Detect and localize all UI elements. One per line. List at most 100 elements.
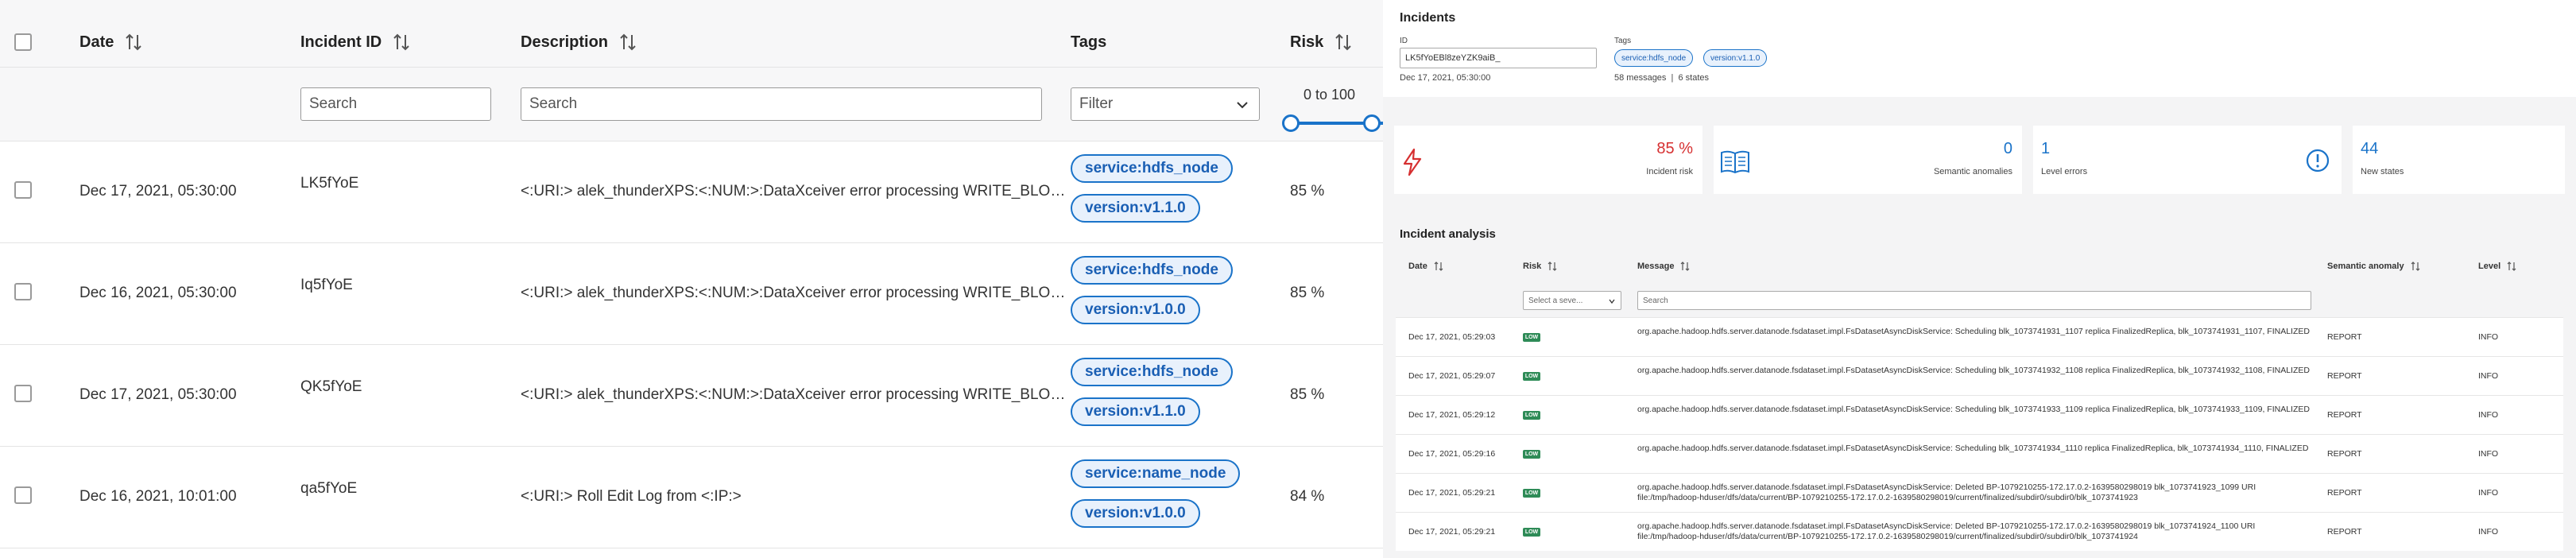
analysis-column-header-risk[interactable]: Risk — [1523, 261, 1557, 272]
analysis-row-date: Dec 17, 2021, 05:29:21 — [1408, 527, 1496, 537]
incident-analysis-title: Incident analysis — [1400, 227, 1496, 241]
column-header-description[interactable]: Description — [521, 22, 637, 62]
tag-chip[interactable]: service:name_node — [1071, 459, 1241, 488]
analysis-row[interactable]: Dec 17, 2021, 05:29:16 LOW org.apache.ha… — [1396, 434, 2563, 473]
analysis-row[interactable]: Dec 17, 2021, 05:29:12 LOW org.apache.ha… — [1396, 395, 2563, 434]
sort-icon[interactable] — [1680, 261, 1690, 272]
risk-severity-select[interactable]: Select a seve... — [1523, 291, 1621, 310]
column-header-incident-id[interactable]: Incident ID — [300, 22, 410, 62]
incident-summary: 58 messages | 6 states — [1614, 73, 1710, 83]
semantic-anomalies-value: 0 — [2003, 140, 2012, 157]
select-all-checkbox[interactable] — [14, 33, 32, 51]
sort-icon[interactable] — [1434, 261, 1443, 272]
risk-badge: LOW — [1523, 333, 1540, 342]
incident-date: Dec 17, 2021, 05:30:00 — [1400, 73, 1491, 83]
level-errors-card: 1 Level errors — [2033, 126, 2342, 194]
analysis-column-header-semantic-anomaly[interactable]: Semantic anomaly — [2327, 261, 2420, 272]
row-incident-id: Iq5fYoE — [300, 277, 353, 293]
tag-chip[interactable]: version:v1.0.0 — [1071, 499, 1200, 528]
table-row[interactable]: Dec 17, 2021, 05:30:00 LK5fYoE <:URI:> a… — [0, 141, 1383, 243]
analysis-row-semantic-anomaly: REPORT — [2327, 449, 2362, 459]
sort-icon[interactable] — [2507, 261, 2516, 272]
tag-chip[interactable]: version:v1.1.0 — [1071, 194, 1200, 223]
risk-range-label: 0 to 100 — [1303, 87, 1356, 103]
analysis-column-level-label: Level — [2478, 262, 2501, 271]
analysis-row[interactable]: Dec 17, 2021, 05:29:21 LOW org.apache.ha… — [1396, 512, 2563, 551]
analysis-column-header-date[interactable]: Date — [1408, 261, 1443, 272]
table-filter-row: Search Search Filter 0 to 100 — [0, 67, 1383, 141]
semantic-anomalies-label: Semantic anomalies — [1933, 167, 2012, 176]
analysis-row-message: org.apache.hadoop.hdfs.server.datanode.f… — [1637, 521, 2256, 541]
row-incident-id: LK5fYoE — [300, 175, 359, 192]
message-search-input[interactable]: Search — [1637, 291, 2311, 310]
row-incident-id: qa5fYoE — [300, 480, 358, 497]
analysis-row-semantic-anomaly: REPORT — [2327, 371, 2362, 381]
row-checkbox[interactable] — [14, 385, 32, 402]
semantic-anomalies-card: 0 Semantic anomalies — [1714, 126, 2022, 194]
incident-detail-panel: Incidents ID LK5fYoEBl8zeYZK9aiB_ Dec 17… — [1383, 0, 2576, 558]
incident-id-field[interactable]: LK5fYoEBl8zeYZK9aiB_ — [1400, 48, 1597, 68]
risk-badge: LOW — [1523, 372, 1540, 381]
row-checkbox[interactable] — [14, 486, 32, 504]
row-checkbox[interactable] — [14, 181, 32, 199]
risk-range-slider-max-handle[interactable] — [1363, 114, 1381, 132]
incident-risk-value: 85 % — [1656, 140, 1693, 157]
incidents-table: Date Incident ID Description Tags Risk S… — [0, 0, 1383, 558]
incident-risk-label: Incident risk — [1646, 167, 1693, 176]
sort-icon[interactable] — [393, 32, 410, 52]
tag-chip[interactable]: service:hdfs_node — [1071, 358, 1233, 386]
tag-chip[interactable]: service:hdfs_node — [1071, 256, 1233, 285]
column-header-incident-id-label: Incident ID — [300, 33, 382, 51]
row-description: <:URI:> alek_thunderXPS:<:NUM:>:DataXcei… — [521, 386, 1066, 403]
row-date: Dec 17, 2021, 05:30:00 — [79, 386, 237, 403]
book-icon — [1721, 150, 1749, 174]
analysis-row[interactable]: Dec 17, 2021, 05:29:03 LOW org.apache.ha… — [1396, 317, 2563, 356]
analysis-row-date: Dec 17, 2021, 05:29:16 — [1408, 449, 1496, 459]
incident-id-value: LK5fYoEBl8zeYZK9aiB_ — [1405, 53, 1501, 63]
row-risk: 85 % — [1290, 285, 1325, 301]
analysis-row-level: INFO — [2478, 371, 2499, 381]
table-row[interactable]: Dec 16, 2021, 10:01:00 qa5fYoE <:URI:> R… — [0, 447, 1383, 548]
row-checkbox[interactable] — [14, 283, 32, 300]
analysis-column-date-label: Date — [1408, 262, 1427, 271]
analysis-column-header-message[interactable]: Message — [1637, 261, 1690, 272]
row-incident-id: QK5fYoE — [300, 378, 362, 395]
sort-icon[interactable] — [1548, 261, 1557, 272]
analysis-row-level: INFO — [2478, 488, 2499, 498]
analysis-row[interactable]: Dec 17, 2021, 05:29:21 LOW org.apache.ha… — [1396, 473, 2563, 512]
incident-id-search-input[interactable]: Search — [300, 87, 491, 121]
sort-icon[interactable] — [1334, 32, 1352, 52]
sort-icon[interactable] — [2411, 261, 2420, 272]
sort-icon[interactable] — [125, 32, 142, 52]
incident-tags-label: Tags — [1614, 37, 1632, 45]
analysis-row[interactable]: Dec 17, 2021, 05:29:07 LOW org.apache.ha… — [1396, 356, 2563, 395]
incident-tag-chip[interactable]: version:v1.1.0 — [1703, 49, 1768, 67]
risk-badge: LOW — [1523, 450, 1540, 459]
analysis-row-message: org.apache.hadoop.hdfs.server.datanode.f… — [1637, 482, 2256, 502]
column-header-date[interactable]: Date — [79, 22, 142, 62]
sort-icon[interactable] — [619, 32, 637, 52]
analysis-row-level: INFO — [2478, 449, 2499, 459]
analysis-row-date: Dec 17, 2021, 05:29:07 — [1408, 371, 1496, 381]
analysis-row-message: org.apache.hadoop.hdfs.server.datanode.f… — [1637, 327, 2310, 336]
tags-filter-select[interactable]: Filter — [1071, 87, 1260, 121]
row-description: <:URI:> Roll Edit Log from <:IP:> — [521, 488, 742, 505]
incident-id-search-placeholder: Search — [309, 95, 358, 112]
tag-chip[interactable]: service:hdfs_node — [1071, 154, 1233, 183]
column-header-risk[interactable]: Risk — [1290, 22, 1352, 62]
table-row[interactable]: Dec 17, 2021, 05:30:00 QK5fYoE <:URI:> a… — [0, 345, 1383, 447]
table-row[interactable]: Dec 16, 2021, 05:30:00 Iq5fYoE <:URI:> a… — [0, 243, 1383, 345]
analysis-column-header-level[interactable]: Level — [2478, 261, 2516, 272]
row-date: Dec 16, 2021, 05:30:00 — [79, 285, 237, 301]
analysis-row-semantic-anomaly: REPORT — [2327, 332, 2362, 342]
tag-chip[interactable]: version:v1.1.0 — [1071, 397, 1200, 426]
analysis-row-date: Dec 17, 2021, 05:29:03 — [1408, 332, 1496, 342]
incident-tag-chip[interactable]: service:hdfs_node — [1614, 49, 1694, 67]
analysis-row-semantic-anomaly: REPORT — [2327, 488, 2362, 498]
tag-chip[interactable]: version:v1.0.0 — [1071, 296, 1200, 324]
risk-range-slider-min-handle[interactable] — [1282, 114, 1300, 132]
incident-analysis-table: Date Risk Message Semantic anomaly Level… — [1396, 250, 2563, 558]
risk-badge: LOW — [1523, 411, 1540, 420]
incident-id-label: ID — [1400, 37, 1408, 45]
description-search-input[interactable]: Search — [521, 87, 1042, 121]
